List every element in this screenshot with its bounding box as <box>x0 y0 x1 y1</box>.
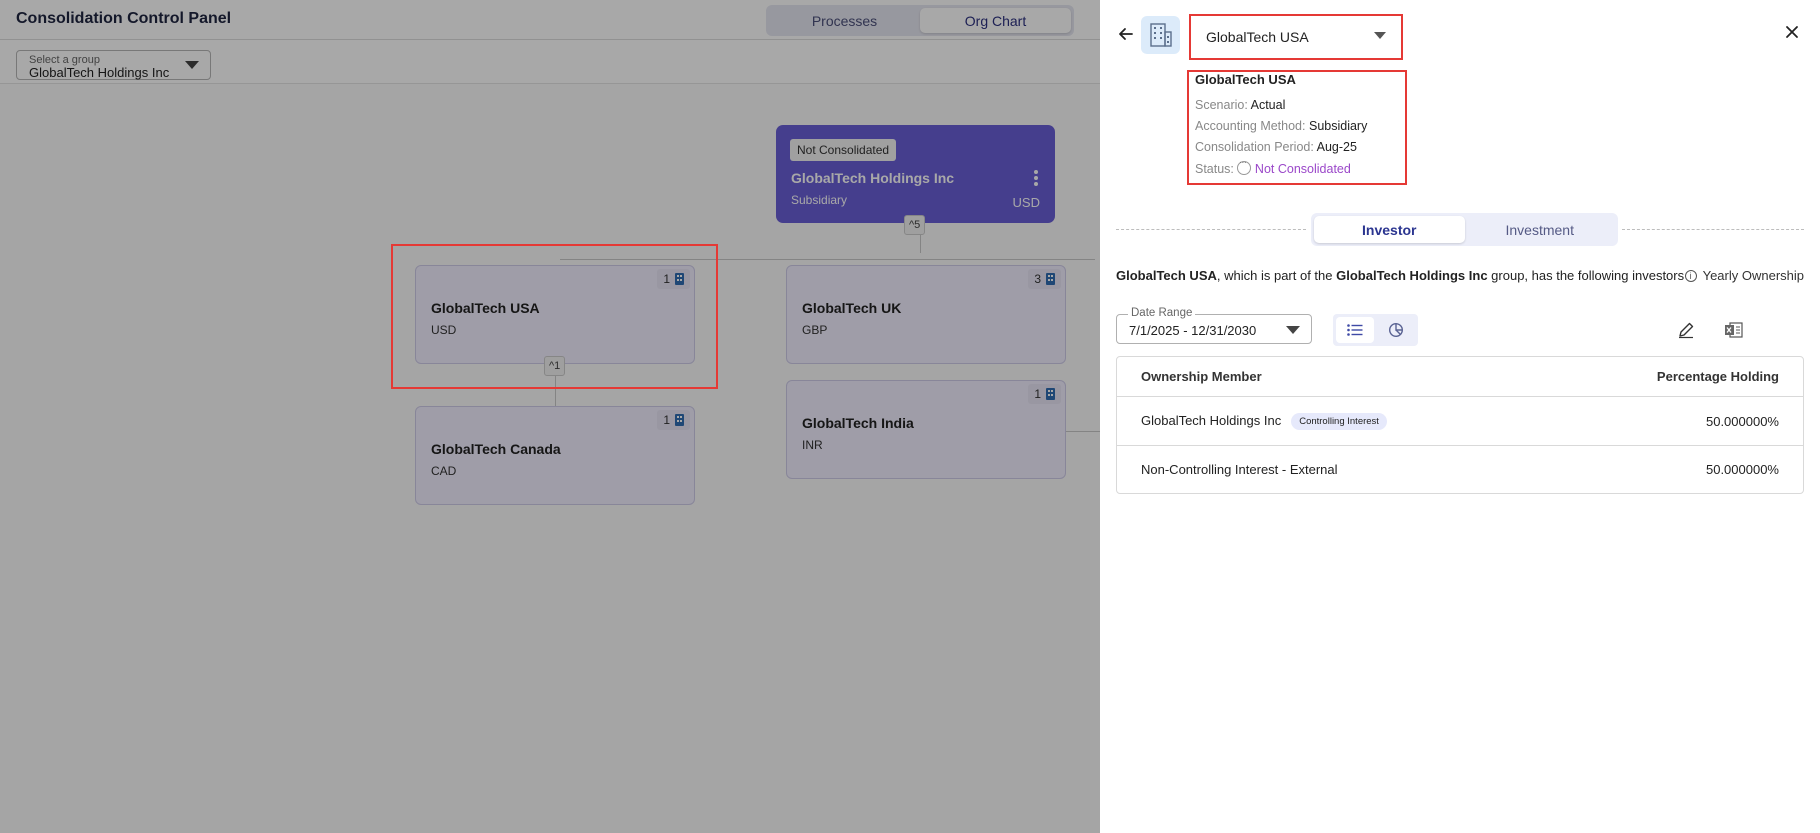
entity-ref: GlobalTech USA <box>1116 268 1217 283</box>
investor-investment-toggle: Investor Investment <box>1311 213 1618 246</box>
close-icon[interactable] <box>1782 22 1802 42</box>
app-root: Consolidation Control Panel Processes Or… <box>0 0 1820 833</box>
excel-icon <box>1725 322 1743 338</box>
view-mode-toggle <box>1333 314 1418 346</box>
info-label: Accounting Method: <box>1195 119 1306 133</box>
info-icon: i <box>1684 269 1697 282</box>
back-arrow-icon[interactable] <box>1116 24 1136 44</box>
table-row[interactable]: Non-Controlling Interest - External 50.0… <box>1117 445 1803 493</box>
edit-button[interactable] <box>1675 319 1697 341</box>
col-header-percentage: Percentage Holding <box>1656 369 1779 384</box>
chevron-down-icon <box>1374 32 1386 39</box>
info-value: Actual <box>1250 98 1286 112</box>
group-ref: GlobalTech Holdings Inc <box>1336 268 1488 283</box>
list-view-button[interactable] <box>1336 317 1374 343</box>
percentage-cell: 50.000000% <box>1705 413 1779 429</box>
info-period: Consolidation Period: Aug-25 <box>1195 140 1425 154</box>
info-method: Accounting Method: Subsidiary <box>1195 119 1425 133</box>
table-header: Ownership Member Percentage Holding <box>1117 357 1803 397</box>
col-header-member: Ownership Member <box>1141 369 1262 384</box>
pencil-icon <box>1679 322 1694 339</box>
modal-overlay[interactable] <box>0 0 1100 833</box>
date-range-select[interactable]: Date Range 7/1/2025 - 12/31/2030 <box>1116 307 1312 344</box>
investor-description: GlobalTech USA, which is part of the Glo… <box>1116 268 1684 283</box>
interest-tag: Controlling Interest <box>1291 412 1387 430</box>
info-status: Status: Not Consolidated <box>1195 157 1425 176</box>
date-range-value: 7/1/2025 - 12/31/2030 <box>1129 323 1257 338</box>
info-scenario: Scenario: Actual <box>1195 98 1425 112</box>
building-icon <box>1141 16 1180 54</box>
list-icon <box>1347 324 1363 336</box>
divider <box>1116 229 1306 230</box>
info-label: Consolidation Period: <box>1195 140 1314 154</box>
info-label: Scenario: <box>1195 98 1248 112</box>
member-name: GlobalTech Holdings Inc <box>1141 412 1282 428</box>
pending-status-icon <box>1236 157 1251 175</box>
info-value: Aug-25 <box>1316 140 1357 154</box>
chevron-down-icon <box>1286 326 1300 334</box>
status-value: Not Consolidated <box>1254 162 1351 176</box>
info-value: Subsidiary <box>1308 119 1368 133</box>
member-cell: Non-Controlling Interest - External <box>1141 462 1338 477</box>
tab-investor[interactable]: Investor <box>1314 216 1465 243</box>
chart-view-button[interactable] <box>1377 317 1415 343</box>
member-cell: GlobalTech Holdings Inc Controlling Inter… <box>1141 412 1387 430</box>
divider <box>1622 229 1804 230</box>
yearly-ownership-label: Yearly Ownership <box>1702 268 1804 283</box>
entity-name: GlobalTech USA <box>1195 72 1296 87</box>
pie-chart-icon <box>1388 322 1404 338</box>
info-label: Status: <box>1195 162 1234 176</box>
entity-drawer: GlobalTech USA GlobalTech USA Scenario: … <box>1100 0 1820 833</box>
tab-investment[interactable]: Investment <box>1465 216 1616 243</box>
sentence-text: group, has the following investors <box>1487 268 1685 283</box>
sentence-text: , which is part of the <box>1216 268 1337 283</box>
date-range-label: Date Range <box>1128 307 1196 319</box>
member-name: Non-Controlling Interest - External <box>1141 462 1338 477</box>
percentage-cell: 50.000000% <box>1705 462 1779 477</box>
yearly-ownership-link[interactable]: i Yearly Ownership <box>1684 268 1804 283</box>
entity-select-value: GlobalTech USA <box>1206 29 1309 45</box>
entity-info: GlobalTech USA Scenario: Actual Accounti… <box>1195 72 1425 183</box>
export-excel-button[interactable] <box>1723 319 1745 341</box>
entity-select[interactable]: GlobalTech USA <box>1193 20 1398 54</box>
ownership-table: Ownership Member Percentage Holding Glob… <box>1116 356 1804 494</box>
table-row[interactable]: GlobalTech Holdings Inc Controlling Inter… <box>1117 397 1803 445</box>
